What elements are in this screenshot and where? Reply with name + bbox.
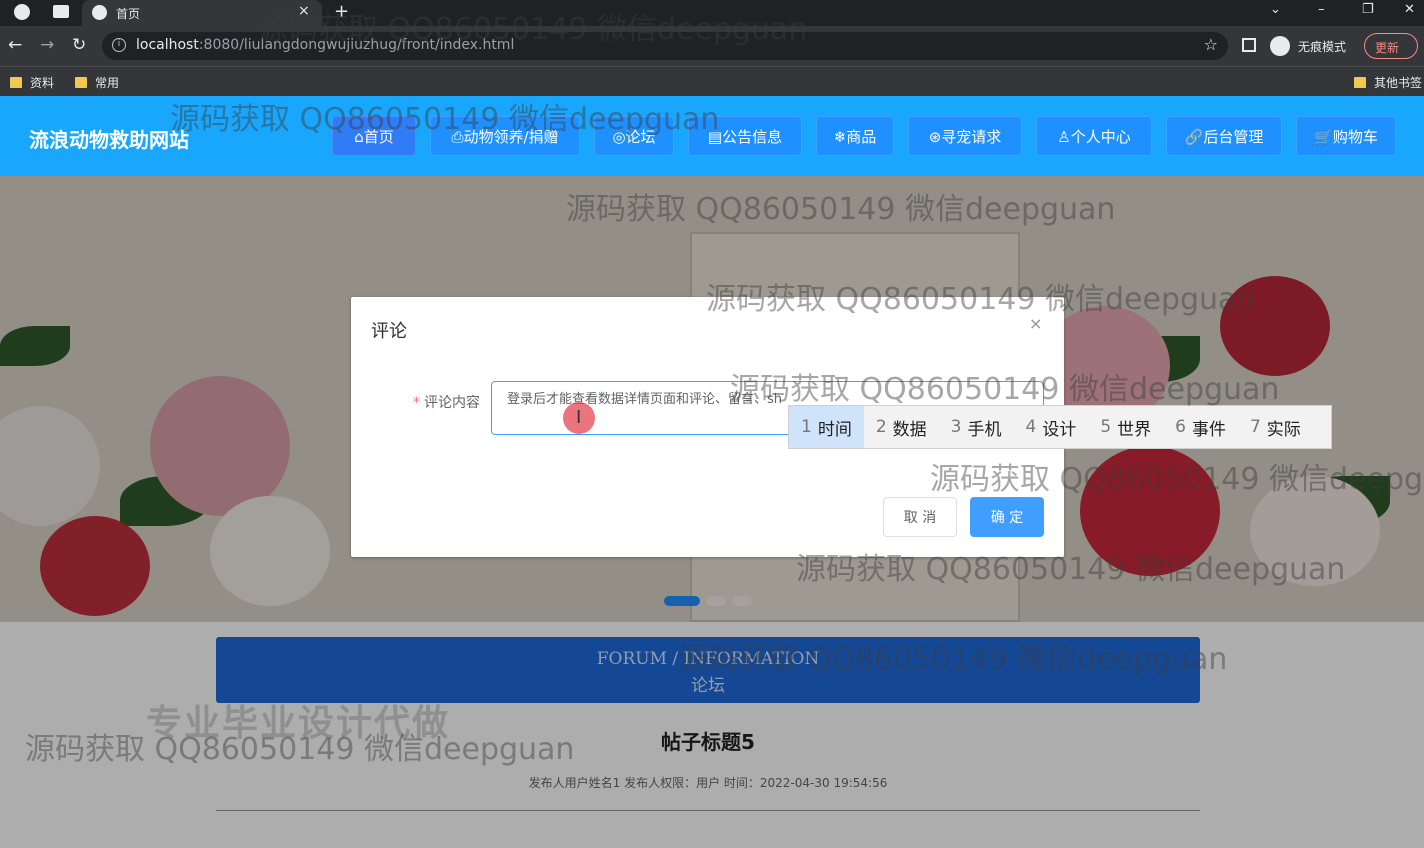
text-cursor-icon: I bbox=[576, 407, 582, 428]
nav-admin[interactable]: 🔗后台管理 bbox=[1166, 116, 1282, 156]
tab-title: 首页 bbox=[116, 7, 141, 21]
forward-icon[interactable]: → bbox=[40, 35, 54, 55]
window-icon[interactable] bbox=[53, 5, 69, 18]
watermark: 源码获取 QQ86050149 微信deepguan bbox=[25, 732, 575, 767]
watermark: 源码获取 QQ86050149 微信deepguan bbox=[730, 372, 1280, 407]
other-bookmarks-label: 其他书签 bbox=[1374, 76, 1423, 90]
update-button[interactable]: 更新 bbox=[1364, 33, 1418, 59]
nav-find-pet[interactable]: ⊛寻宠请求 bbox=[908, 116, 1022, 156]
incognito-icon bbox=[1270, 36, 1290, 56]
ime-candidate-text: 手机 bbox=[967, 419, 1002, 440]
site-title: 流浪动物救助网站 bbox=[29, 128, 189, 152]
restore-icon[interactable]: ❐ bbox=[1362, 2, 1374, 17]
ime-candidate-text: 实际 bbox=[1266, 419, 1301, 440]
ime-candidate-text: 世界 bbox=[1117, 419, 1152, 440]
window-close-icon[interactable]: ✕ bbox=[1404, 2, 1415, 17]
bookmarks-bar: 资料 常用 其他书签 bbox=[0, 66, 1424, 96]
bookmark-folder-1[interactable]: 资料 bbox=[10, 74, 54, 91]
comment-label-text: 评论内容 bbox=[424, 395, 480, 411]
confirm-button[interactable]: 确 定 bbox=[970, 497, 1044, 537]
watermark: 源码获取 QQ86050149 微信deepguan bbox=[170, 102, 720, 137]
chrome-icon[interactable] bbox=[14, 4, 30, 20]
ime-candidate-text: 设计 bbox=[1042, 419, 1077, 440]
ime-candidate[interactable]: 7 实际 bbox=[1238, 406, 1313, 448]
nav-profile[interactable]: ♙个人中心 bbox=[1036, 116, 1152, 156]
watermark: 源码获取 QQ86050149 微信deepguan bbox=[930, 462, 1424, 497]
ime-candidate-text: 数据 bbox=[892, 419, 927, 440]
ime-candidate[interactable]: 2 数据 bbox=[864, 406, 939, 448]
nav-goods[interactable]: ❄商品 bbox=[816, 116, 894, 156]
watermark: 源码获取 QQ86050149 微信deepguan bbox=[706, 282, 1256, 317]
reload-icon[interactable]: ↻ bbox=[72, 35, 86, 55]
folder-icon bbox=[10, 77, 22, 88]
cancel-button[interactable]: 取 消 bbox=[883, 497, 957, 537]
bookmark-folder-2[interactable]: 常用 bbox=[75, 74, 119, 91]
watermark: 源码获取 QQ86050149 微信deepguan bbox=[566, 192, 1116, 227]
incognito-label: 无痕模式 bbox=[1298, 40, 1347, 54]
folder-icon bbox=[75, 77, 87, 88]
url-host: localhost bbox=[136, 37, 199, 53]
ime-candidate-bar: 1 时间 2 数据 3 手机 4 设计 5 世界 6 事件 7 实际 bbox=[788, 405, 1332, 449]
ime-candidate-number: 1 bbox=[801, 417, 812, 437]
dialog-title: 评论 bbox=[371, 321, 407, 342]
required-mark: * bbox=[413, 395, 420, 411]
ime-candidate[interactable]: 6 事件 bbox=[1163, 406, 1238, 448]
side-panel-icon[interactable] bbox=[1242, 38, 1256, 52]
watermark: 源码获取 QQ86050149 微信deepguan bbox=[796, 552, 1346, 587]
ime-candidate-number: 2 bbox=[875, 417, 887, 437]
comment-label: * 评论内容 bbox=[413, 392, 480, 412]
site-info-icon[interactable]: i bbox=[112, 38, 126, 52]
tab-search-icon[interactable]: ⌄ bbox=[1270, 2, 1281, 17]
ime-candidate[interactable]: 1 时间 bbox=[789, 406, 864, 448]
ime-candidate-number: 3 bbox=[950, 417, 962, 437]
bookmark-star-icon[interactable]: ☆ bbox=[1204, 35, 1218, 54]
ime-candidate-number: 4 bbox=[1025, 417, 1037, 437]
other-bookmarks[interactable]: 其他书签 bbox=[1354, 74, 1422, 91]
ime-candidate-number: 7 bbox=[1249, 417, 1261, 437]
folder-icon bbox=[1354, 77, 1366, 88]
bookmark-label: 常用 bbox=[95, 76, 120, 90]
ime-candidate[interactable]: 4 设计 bbox=[1013, 406, 1088, 448]
ime-candidate[interactable]: 5 世界 bbox=[1088, 406, 1163, 448]
ime-candidate-number: 6 bbox=[1175, 417, 1186, 437]
watermark: 源码获取 QQ86050149 微信deepguan bbox=[678, 642, 1228, 677]
ime-candidate[interactable]: 3 手机 bbox=[939, 406, 1014, 448]
back-icon[interactable]: ← bbox=[8, 35, 22, 55]
minimize-icon[interactable]: – bbox=[1318, 2, 1325, 17]
globe-icon bbox=[92, 5, 107, 20]
ime-candidate-text: 时间 bbox=[817, 419, 852, 440]
ime-candidate-text: 事件 bbox=[1191, 419, 1226, 440]
nav-cart[interactable]: 🛒购物车 bbox=[1296, 116, 1396, 156]
ime-candidate-number: 5 bbox=[1100, 417, 1112, 437]
watermark: 源码获取 QQ86050149 微信deepguan bbox=[258, 12, 808, 47]
bookmark-label: 资料 bbox=[30, 76, 55, 90]
